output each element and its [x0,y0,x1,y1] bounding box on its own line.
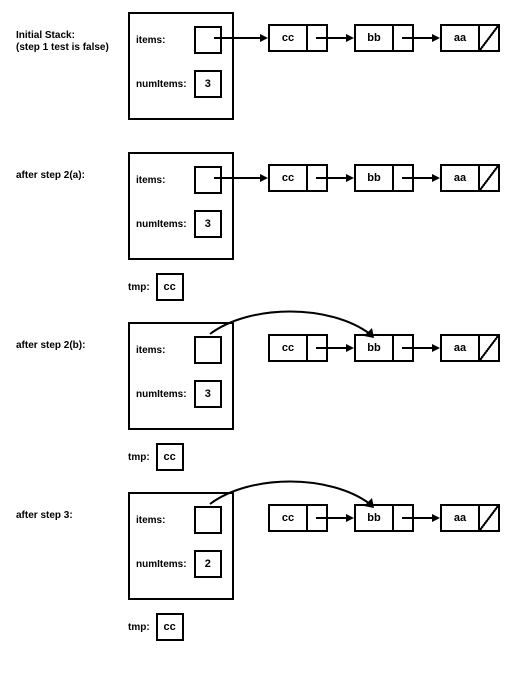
list-node-last: aa [440,164,500,192]
list-node: bb [354,504,414,532]
numitems-label: numItems: [136,389,191,400]
tmp-label: tmp: [128,282,150,293]
list-node: bb [354,24,414,52]
stage-label-line1: after step 3: [16,510,73,521]
stage-label: after step 2(b): [16,340,126,352]
node-next-ptr [394,166,412,190]
node-next-ptr [308,506,326,530]
stage-label-line1: Initial Stack: [16,30,75,41]
stage-label: after step 3: [16,510,126,522]
numitems-field: numItems: 3 [136,380,228,410]
node-next-null [480,26,498,50]
numitems-value: 3 [194,380,222,408]
node-next-ptr [308,26,326,50]
tmp-field: tmp: cc [128,612,184,642]
numitems-value: 3 [194,70,222,98]
node-data: cc [270,166,308,190]
numitems-label: numItems: [136,559,191,570]
items-field: items: [136,336,228,366]
tmp-label: tmp: [128,622,150,633]
list-node: cc [268,504,328,532]
numitems-value: 3 [194,210,222,238]
numitems-label: numItems: [136,79,191,90]
stage-label-line2: (step 1 test is false) [16,42,109,53]
stage-step2a: after step 2(a): items: numItems: 3 cc b… [0,140,520,310]
stage-label: after step 2(a): [16,170,126,182]
node-next-ptr [394,506,412,530]
node-next-ptr [308,166,326,190]
tmp-label: tmp: [128,452,150,463]
items-label: items: [136,345,191,356]
items-label: items: [136,35,191,46]
stack-object: items: numItems: 2 [128,492,234,600]
items-label: items: [136,515,191,526]
node-data: cc [270,26,308,50]
node-next-null [480,506,498,530]
numitems-field: numItems: 2 [136,550,228,580]
stage-label-line1: after step 2(b): [16,340,85,351]
items-pointer-box [194,336,222,364]
tmp-field: tmp: cc [128,442,184,472]
stage-step3: after step 3: items: numItems: 2 cc bb a… [0,480,520,650]
node-next-null [480,336,498,360]
node-next-ptr [308,336,326,360]
items-field: items: [136,506,228,536]
node-data: bb [356,506,394,530]
items-pointer-box [194,506,222,534]
tmp-field: tmp: cc [128,272,184,302]
numitems-value: 2 [194,550,222,578]
numitems-field: numItems: 3 [136,70,228,100]
items-field: items: [136,26,228,56]
node-data: aa [442,26,480,50]
stage-step2b: after step 2(b): items: numItems: 3 cc b… [0,310,520,480]
stage-initial: Initial Stack: (step 1 test is false) it… [0,0,520,140]
list-node: cc [268,24,328,52]
node-next-null [480,166,498,190]
node-data: cc [270,506,308,530]
items-field: items: [136,166,228,196]
node-data: cc [270,336,308,360]
list-node: cc [268,334,328,362]
node-data: aa [442,506,480,530]
list-node: bb [354,164,414,192]
node-data: aa [442,336,480,360]
list-node: cc [268,164,328,192]
list-node-last: aa [440,334,500,362]
numitems-label: numItems: [136,219,191,230]
stack-object: items: numItems: 3 [128,12,234,120]
node-data: bb [356,166,394,190]
stack-object: items: numItems: 3 [128,152,234,260]
node-next-ptr [394,336,412,360]
stage-label: Initial Stack: (step 1 test is false) [16,30,126,54]
items-pointer-box [194,166,222,194]
items-pointer-box [194,26,222,54]
list-node-last: aa [440,504,500,532]
stage-label-line1: after step 2(a): [16,170,85,181]
tmp-value: cc [156,273,184,301]
arrows-overlay [0,0,520,140]
node-data: bb [356,26,394,50]
tmp-value: cc [156,613,184,641]
tmp-value: cc [156,443,184,471]
items-label: items: [136,175,191,186]
node-data: bb [356,336,394,360]
numitems-field: numItems: 3 [136,210,228,240]
node-data: aa [442,166,480,190]
list-node-last: aa [440,24,500,52]
list-node: bb [354,334,414,362]
stack-object: items: numItems: 3 [128,322,234,430]
node-next-ptr [394,26,412,50]
